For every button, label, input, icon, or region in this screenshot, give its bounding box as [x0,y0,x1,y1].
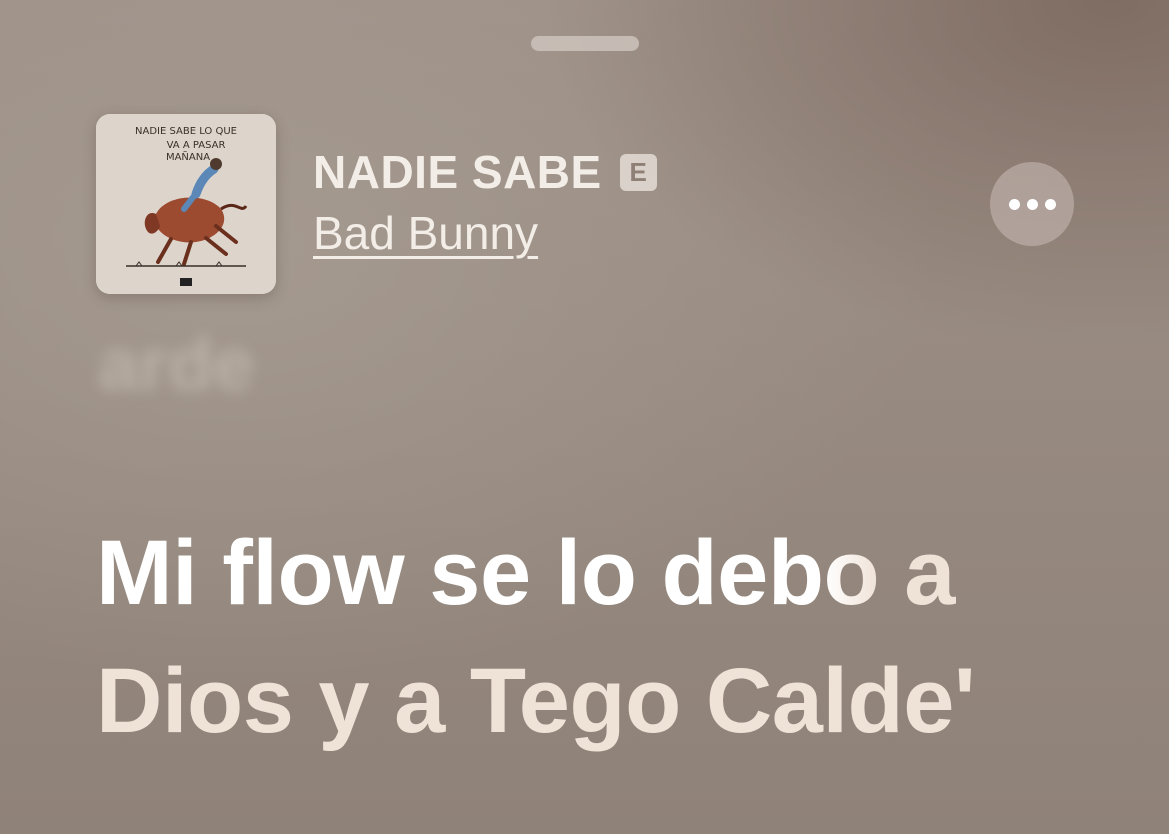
artist-link[interactable]: Bad Bunny [313,206,538,260]
lyric-unsung-part: a [879,522,955,624]
explicit-badge: E [619,153,657,191]
ellipsis-icon-dot-3 [1044,198,1056,210]
lyric-sung-part: Mi flow se lo deb [96,522,824,624]
album-artwork-image: NADIE SABE LO QUE VA A PASAR MAÑANA [96,114,276,294]
ellipsis-icon [1008,198,1020,210]
song-title[interactable]: NADIE SABE [313,145,602,199]
album-artwork[interactable]: NADIE SABE LO QUE VA A PASAR MAÑANA [96,114,276,294]
sheet-grabber-handle[interactable] [531,36,639,51]
previous-lyric-line[interactable]: arde [98,322,254,407]
current-lyric-line-2: Dios y a Tego Calde' [96,650,976,752]
current-lyric-block[interactable]: Mi flow se lo debo a Dios y a Tego Calde… [96,509,1096,765]
artwork-title-line-3: MAÑANA [166,150,210,163]
lyric-transition-part: o [823,522,880,624]
ellipsis-icon-dot-2 [1026,198,1038,210]
title-row: NADIE SABE E [313,146,657,198]
current-lyric-line-1: Mi flow se lo debo a [96,509,1096,637]
more-options-button[interactable] [990,162,1074,246]
artwork-title-line-2: VA A PASAR [167,140,226,151]
track-info: NADIE SABE E Bad Bunny [313,146,657,260]
artwork-title-line-1: NADIE SABE LO QUE [135,126,237,137]
